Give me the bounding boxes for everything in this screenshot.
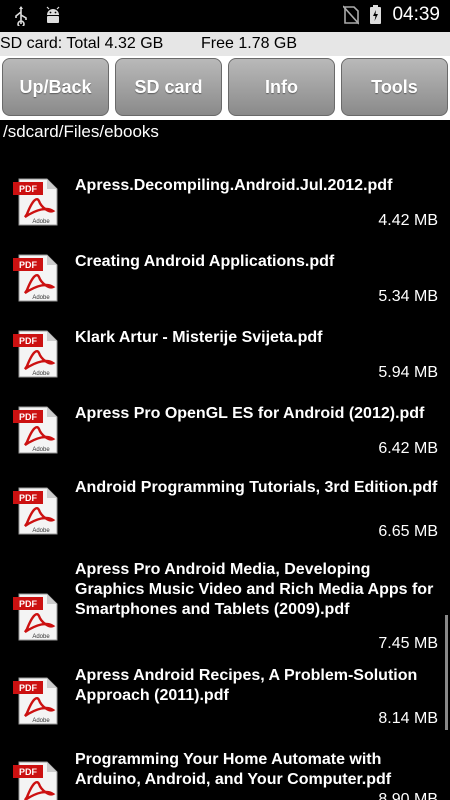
file-name: Creating Android Applications.pdf (75, 253, 335, 270)
file-name: Apress Android Recipes, A Problem-Soluti… (75, 667, 418, 704)
no-sim-icon (343, 5, 360, 25)
current-path: /sdcard/Files/ebooks (0, 120, 450, 150)
file-size: 6.65 MB (378, 523, 438, 540)
file-list: PDF Adobe Apress.Decompiling.Android.Jul… (0, 150, 450, 800)
status-bar: 04:39 (0, 0, 450, 32)
storage-total: SD card: Total 4.32 GB (0, 35, 164, 52)
file-size: 7.45 MB (378, 635, 438, 652)
info-button[interactable]: Info (228, 58, 335, 116)
file-name: Programming Your Home Automate with Ardu… (75, 751, 392, 788)
list-item[interactable]: PDF Adobe Programming Your Home Automate… (0, 748, 450, 800)
svg-text:Adobe: Adobe (32, 371, 50, 377)
android-debug-icon (46, 6, 60, 23)
file-name: Klark Artur - Misterije Svijeta.pdf (75, 329, 323, 346)
pdf-adobe-icon: PDF Adobe (13, 487, 58, 535)
usb-icon (15, 6, 27, 26)
list-item[interactable]: PDF Adobe Android Programming Tutorials,… (0, 478, 450, 564)
pdf-adobe-icon: PDF Adobe (13, 593, 58, 641)
list-item[interactable]: PDF Adobe Apress Android Recipes, A Prob… (0, 664, 450, 750)
up-back-button[interactable]: Up/Back (2, 58, 109, 116)
svg-text:PDF: PDF (19, 599, 38, 609)
file-size: 5.94 MB (378, 364, 438, 381)
svg-text:PDF: PDF (19, 683, 38, 693)
file-size: 4.42 MB (378, 212, 438, 229)
pdf-adobe-icon: PDF Adobe (13, 178, 58, 226)
svg-text:PDF: PDF (19, 184, 38, 194)
list-item[interactable]: PDF Adobe Creating Android Applications.… (0, 250, 450, 316)
pdf-adobe-icon: PDF Adobe (13, 254, 58, 302)
file-size: 6.42 MB (378, 440, 438, 457)
file-name: Apress Pro OpenGL ES for Android (2012).… (75, 405, 425, 422)
pdf-adobe-icon: PDF Adobe (13, 677, 58, 725)
storage-free: Free 1.78 GB (201, 35, 298, 52)
file-name: Apress Pro Android Media, Developing Gra… (75, 561, 434, 618)
sd-card-button[interactable]: SD card (115, 58, 222, 116)
svg-text:PDF: PDF (19, 336, 38, 346)
svg-text:Adobe: Adobe (32, 528, 50, 534)
file-name: Apress.Decompiling.Android.Jul.2012.pdf (75, 177, 393, 194)
svg-text:Adobe: Adobe (32, 219, 50, 225)
tools-button[interactable]: Tools (341, 58, 448, 116)
svg-text:PDF: PDF (19, 493, 38, 503)
svg-text:Adobe: Adobe (32, 634, 50, 640)
svg-text:Adobe: Adobe (32, 295, 50, 301)
file-size: 5.34 MB (378, 288, 438, 305)
file-size: 8.90 MB (378, 791, 438, 800)
svg-text:PDF: PDF (19, 767, 38, 777)
storage-info-bar: SD card: Total 4.32 GB Free 1.78 GB (0, 32, 450, 56)
file-size: 8.14 MB (378, 710, 438, 727)
path-label: /sdcard/Files/ebooks (3, 122, 159, 141)
pdf-adobe-icon: PDF Adobe (13, 761, 58, 800)
pdf-adobe-icon: PDF Adobe (13, 406, 58, 454)
scrollbar[interactable] (445, 615, 448, 730)
svg-text:PDF: PDF (19, 412, 38, 422)
svg-text:PDF: PDF (19, 260, 38, 270)
list-item[interactable]: PDF Adobe Apress.Decompiling.Android.Jul… (0, 174, 450, 240)
list-item[interactable]: PDF Adobe Klark Artur - Misterije Svijet… (0, 326, 450, 392)
toolbar: Up/Back SD card Info Tools (0, 56, 450, 120)
list-item[interactable]: PDF Adobe Apress Pro OpenGL ES for Andro… (0, 402, 450, 468)
clock: 04:39 (392, 4, 440, 25)
battery-charging-icon (370, 5, 382, 24)
file-name: Android Programming Tutorials, 3rd Editi… (75, 479, 438, 496)
svg-text:Adobe: Adobe (32, 447, 50, 453)
list-item[interactable]: PDF Adobe Apress Pro Android Media, Deve… (0, 560, 450, 660)
pdf-adobe-icon: PDF Adobe (13, 330, 58, 378)
svg-text:Adobe: Adobe (32, 718, 50, 724)
